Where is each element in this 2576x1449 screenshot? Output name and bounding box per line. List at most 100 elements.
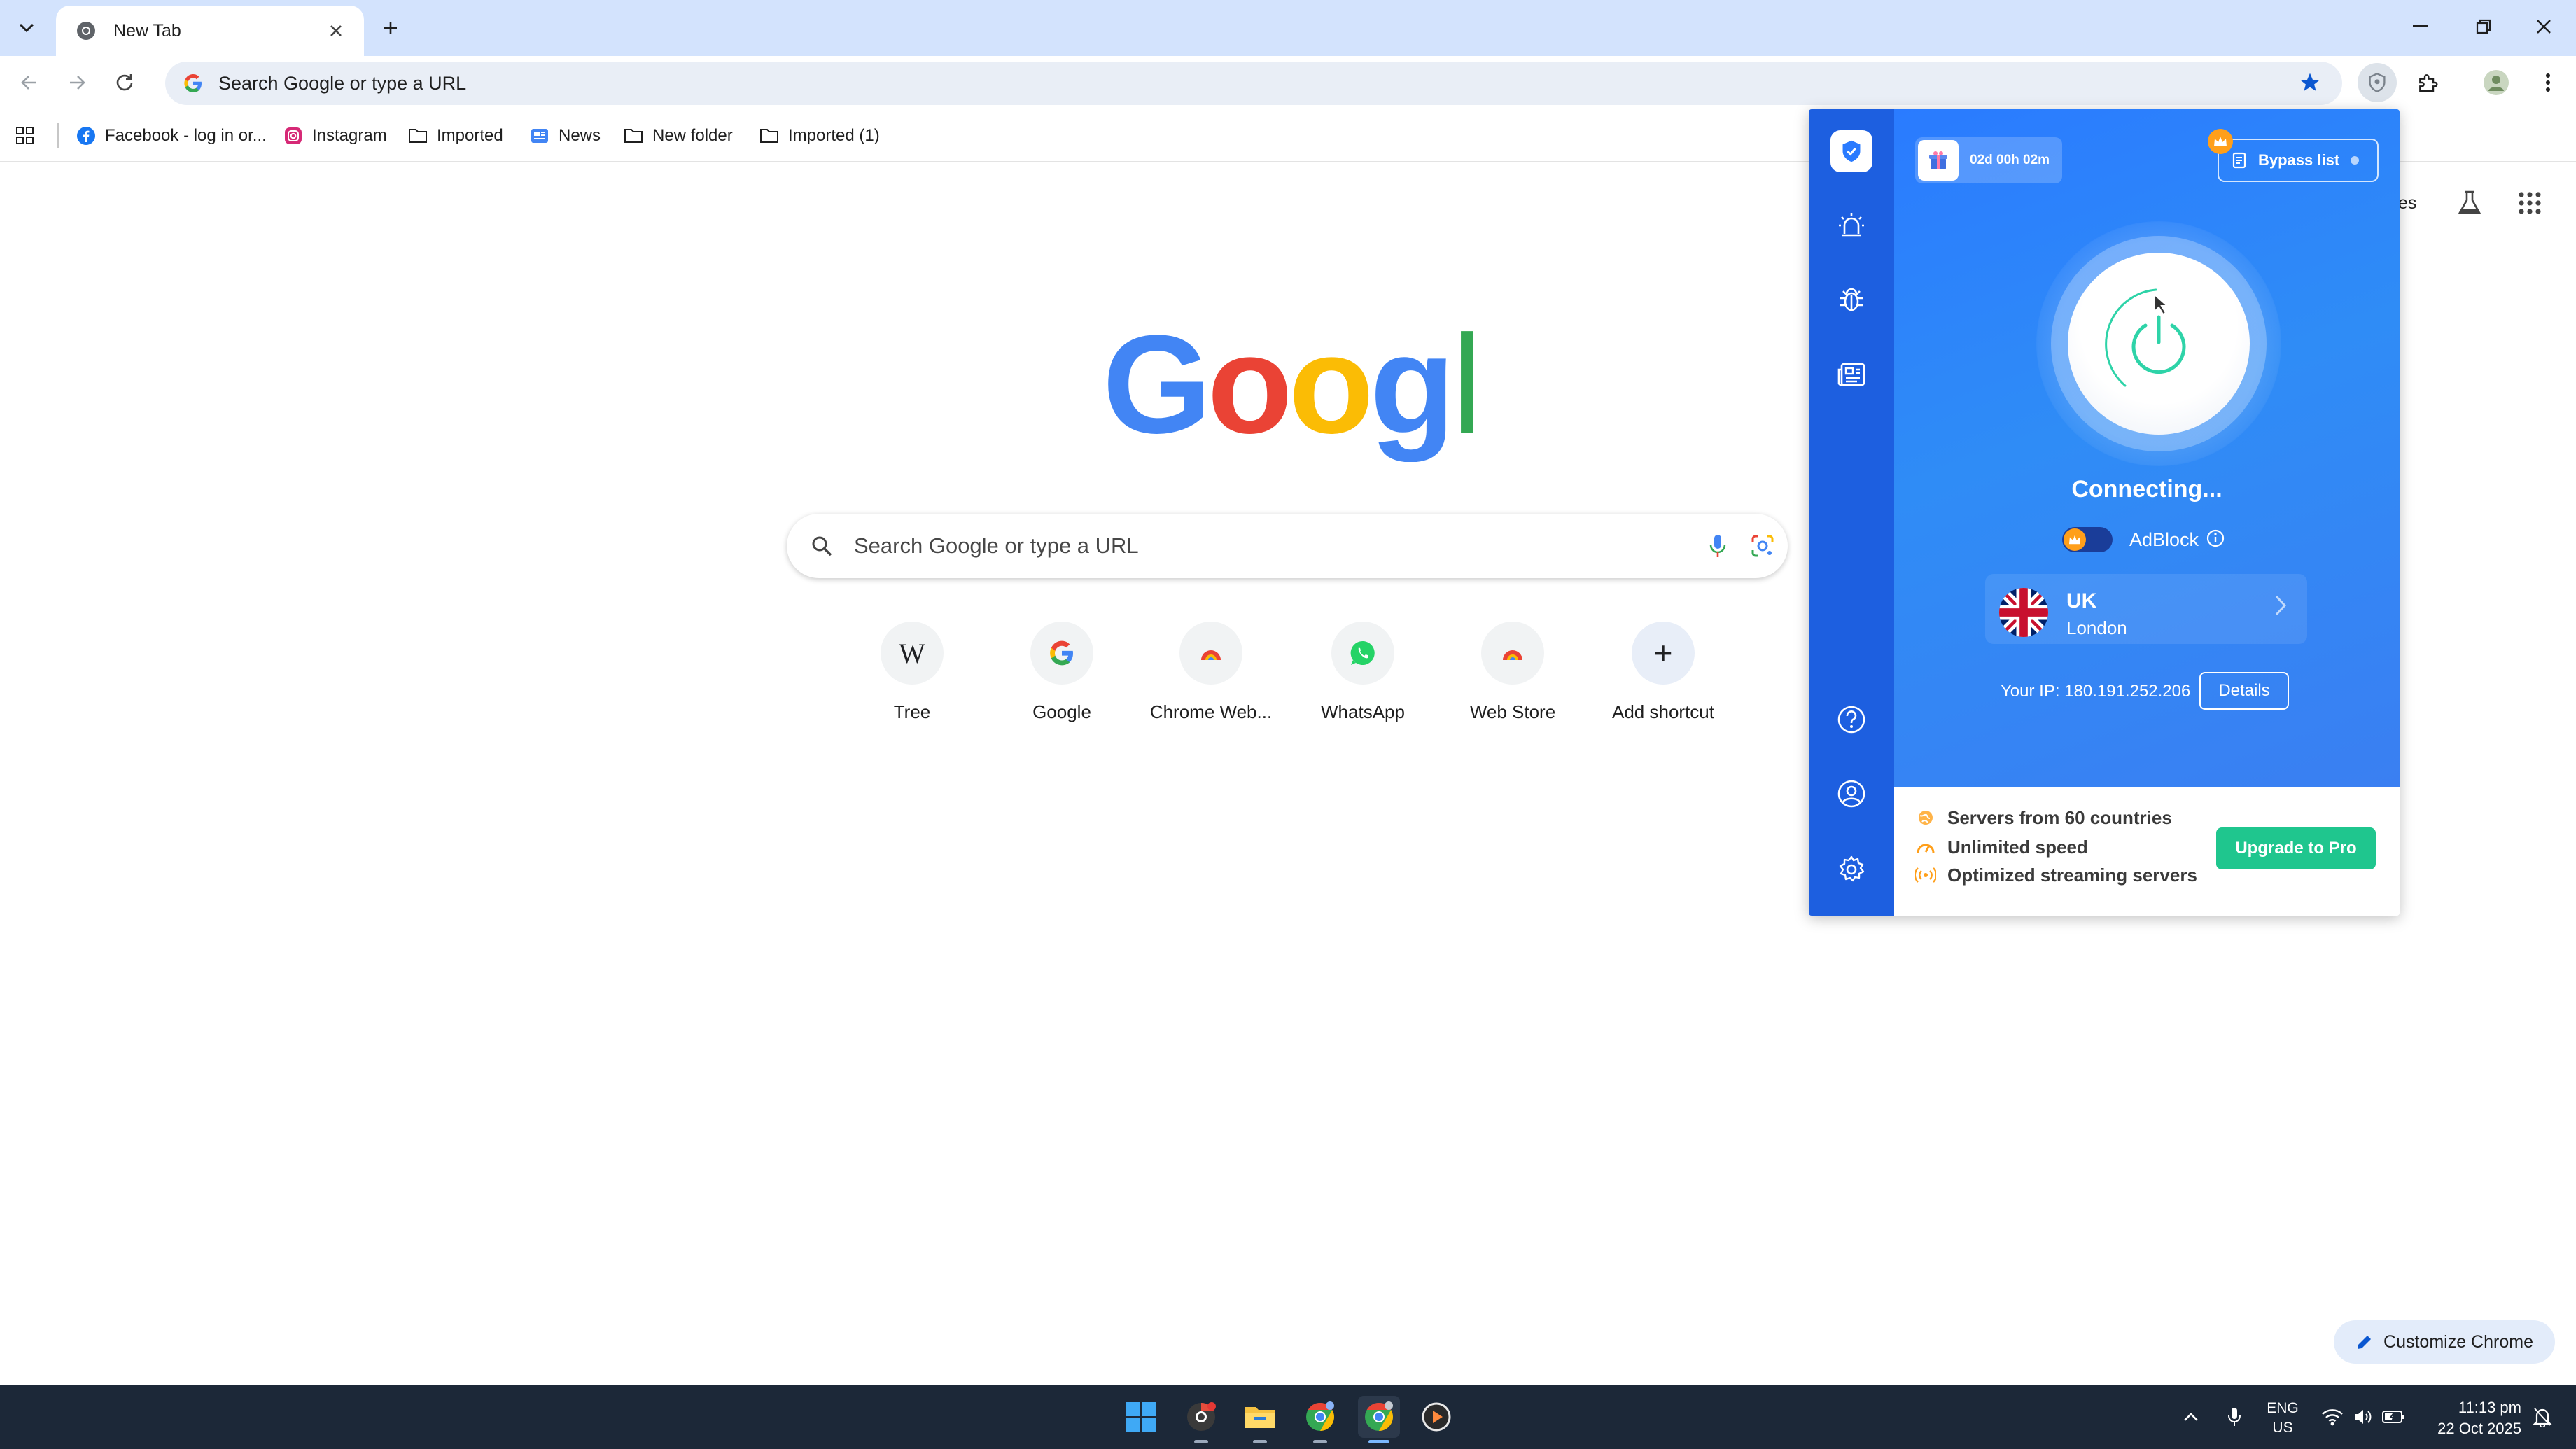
close-icon xyxy=(330,25,342,36)
vpn-sidebar xyxy=(1809,109,1894,916)
tab-strip: New Tab xyxy=(0,0,2576,56)
window-close-button[interactable] xyxy=(2516,7,2572,46)
folder-icon xyxy=(759,125,780,146)
bypass-list-label: Bypass list xyxy=(2258,151,2340,169)
quick-settings-button[interactable] xyxy=(2321,1403,2405,1431)
shortcut-tree[interactable]: W Tree xyxy=(842,622,982,741)
search-icon xyxy=(812,536,832,556)
broadcast-icon xyxy=(1915,867,1936,883)
bookmark-news[interactable]: News xyxy=(529,122,601,150)
microphone-tray-button[interactable] xyxy=(2220,1403,2248,1431)
svg-text:Google: Google xyxy=(1102,329,1474,462)
chrome-icon xyxy=(1306,1401,1334,1431)
taskbar-app-chrome-alt[interactable] xyxy=(1180,1396,1222,1443)
feature-speed: Unlimited speed xyxy=(1915,833,2088,861)
tab-search-button[interactable] xyxy=(10,14,43,42)
restore-icon xyxy=(2476,19,2491,34)
bypass-list-button[interactable]: Bypass list xyxy=(2218,139,2379,182)
windows-taskbar: ENG US 11:13 pm 22 Oct 2025 xyxy=(0,1385,2576,1449)
tab-close-button[interactable] xyxy=(322,17,350,45)
wikipedia-icon: W xyxy=(881,622,944,685)
minimize-button[interactable] xyxy=(2393,7,2449,46)
connect-power-button[interactable] xyxy=(2068,253,2250,435)
vpn-nav-settings[interactable] xyxy=(1830,848,1872,890)
address-bar[interactable]: Search Google or type a URL xyxy=(165,62,2342,105)
tab-title: New Tab xyxy=(113,20,181,41)
back-button[interactable] xyxy=(11,64,48,101)
whatsapp-icon xyxy=(1331,622,1394,685)
apps-grid-icon xyxy=(2519,192,2541,214)
shortcut-google[interactable]: Google xyxy=(992,622,1132,741)
shortcut-chrome-web-store[interactable]: Chrome Web... xyxy=(1141,622,1281,741)
details-button[interactable]: Details xyxy=(2199,672,2289,710)
new-tab-button[interactable] xyxy=(374,14,407,42)
avatar-icon xyxy=(2484,70,2509,95)
shortcut-whatsapp[interactable]: WhatsApp xyxy=(1293,622,1433,741)
bypass-list-indicator xyxy=(2351,156,2360,164)
pencil-icon xyxy=(2358,1336,2372,1349)
vpn-nav-shield[interactable] xyxy=(1830,130,1872,172)
bookmark-folder-new-folder[interactable]: New folder xyxy=(623,122,733,150)
ntp-search-box[interactable]: Search Google or type a URL xyxy=(787,514,1788,578)
bug-icon xyxy=(1840,288,1863,312)
bookmark-folder-imported[interactable]: Imported xyxy=(407,122,503,150)
upgrade-to-pro-button[interactable]: Upgrade to Pro xyxy=(2216,827,2376,869)
speaker-icon xyxy=(2355,1410,2372,1424)
tray-overflow-button[interactable] xyxy=(2177,1403,2205,1431)
microphone-icon xyxy=(1709,535,1726,557)
adblock-toggle[interactable] xyxy=(2062,527,2113,552)
vpn-nav-help[interactable] xyxy=(1830,699,1872,741)
apps-button[interactable] xyxy=(15,122,35,150)
language-line2: US xyxy=(2272,1420,2293,1436)
vpn-nav-bug[interactable] xyxy=(1830,279,1872,321)
bookmark-label: New folder xyxy=(652,126,733,145)
uk-flag-icon xyxy=(1999,588,2048,637)
taskbar-chrome-profile-1[interactable] xyxy=(1299,1396,1341,1443)
system-clock[interactable]: 11:13 pm 22 Oct 2025 xyxy=(2423,1397,2521,1439)
vpn-nav-account[interactable] xyxy=(1830,773,1872,815)
chrome-menu-button[interactable] xyxy=(2528,63,2568,102)
list-icon xyxy=(2232,152,2246,169)
google-logo: Google xyxy=(1102,329,1474,462)
shortcut-label: Tree xyxy=(893,701,931,722)
vpn-extension-button[interactable] xyxy=(2358,63,2397,102)
bookmark-folder-imported-1[interactable]: Imported (1) xyxy=(759,122,880,150)
apps-grid-icon xyxy=(16,127,34,144)
restore-button[interactable] xyxy=(2456,7,2512,46)
bookmark-star-button[interactable] xyxy=(2290,63,2330,102)
adblock-row: AdBlock xyxy=(2062,522,2225,557)
reload-button[interactable] xyxy=(106,64,143,101)
language-indicator[interactable]: ENG US xyxy=(2265,1399,2300,1438)
labs-button[interactable] xyxy=(2456,189,2484,222)
taskbar-chrome-profile-2[interactable] xyxy=(1358,1396,1400,1443)
clock-time: 11:13 pm xyxy=(2458,1399,2521,1416)
plus-icon: + xyxy=(1632,622,1695,685)
taskbar-media-player[interactable] xyxy=(1415,1396,1457,1438)
shortcut-label: WhatsApp xyxy=(1321,701,1405,722)
partial-link-text[interactable]: es xyxy=(2398,193,2416,214)
crown-icon xyxy=(2208,129,2233,154)
chrome-icon xyxy=(74,19,98,43)
start-button[interactable] xyxy=(1120,1396,1162,1438)
forward-button[interactable] xyxy=(59,64,95,101)
add-shortcut-button[interactable]: + Add shortcut xyxy=(1593,622,1733,741)
bookmark-facebook[interactable]: Facebook - log in or... xyxy=(76,122,267,150)
customize-chrome-button[interactable]: Customize Chrome xyxy=(2334,1320,2555,1364)
lens-search-button[interactable] xyxy=(1737,533,1788,559)
bookmark-label: Imported (1) xyxy=(788,126,880,145)
extensions-button[interactable] xyxy=(2408,63,2447,102)
vpn-nav-alarm[interactable] xyxy=(1830,204,1872,246)
running-indicator xyxy=(1253,1440,1267,1443)
google-g-icon xyxy=(172,73,214,94)
notification-center-button[interactable] xyxy=(2528,1403,2556,1431)
google-apps-button[interactable] xyxy=(2517,190,2542,220)
taskbar-file-explorer[interactable] xyxy=(1239,1396,1281,1443)
shortcut-web-store[interactable]: Web Store xyxy=(1443,622,1583,741)
profile-avatar-button[interactable] xyxy=(2477,63,2516,102)
bookmark-instagram[interactable]: Instagram xyxy=(283,122,387,150)
server-location-selector[interactable]: UK London xyxy=(1985,574,2307,644)
tab-new-tab[interactable]: New Tab xyxy=(56,6,364,56)
vpn-nav-news[interactable] xyxy=(1830,354,1872,396)
info-icon[interactable] xyxy=(2206,528,2225,552)
voice-search-button[interactable] xyxy=(1698,533,1737,559)
